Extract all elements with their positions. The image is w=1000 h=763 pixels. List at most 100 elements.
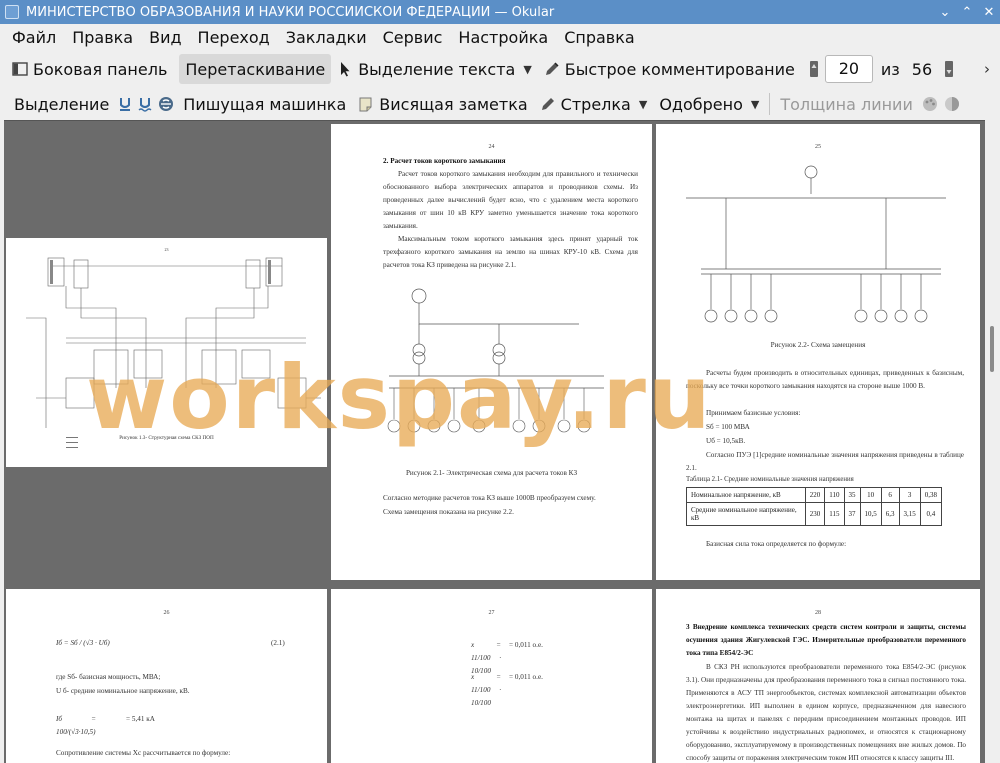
page-number: 28	[815, 610, 821, 616]
section-heading-text: 2. Расчет токов короткого замыкания	[383, 157, 506, 165]
scrollbar-thumb[interactable]	[990, 326, 994, 372]
menu-edit[interactable]: Правка	[64, 28, 141, 47]
chevron-down-icon: ▼	[523, 62, 532, 76]
previous-page-button[interactable]	[801, 54, 821, 84]
sidebar-icon	[12, 62, 28, 76]
page-number-input[interactable]: 20	[824, 55, 873, 83]
figure-caption: Рисунок 1.3- Структурная схема СКЗ ПОП	[119, 435, 214, 441]
paragraph: где Sб- базисная мощность, МВА;	[56, 673, 161, 681]
voltage-table: Номинальное напряжение, кВ 220 110 35 10…	[686, 487, 943, 526]
opacity-tool-button[interactable]	[941, 89, 963, 119]
line-width-button[interactable]: Толщина линии	[774, 89, 919, 119]
drag-mode-button[interactable]: Перетаскивание	[179, 54, 332, 84]
typewriter-tool-button[interactable]: Пишущая машинка	[177, 89, 352, 119]
toolbar-separator	[769, 93, 771, 115]
annotation-toolbar: Выделение Пишущая машинка Висящая заметк…	[0, 88, 1000, 120]
maximize-button[interactable]: ⌃	[956, 5, 978, 20]
highlight-tool-label: Выделение	[14, 94, 110, 114]
sidebar-toggle-label: Боковая панель	[33, 59, 168, 79]
quick-comment-button[interactable]: Быстрое комментирование	[538, 54, 801, 84]
page-total-label: 56	[911, 59, 933, 79]
table-cell: 6,3	[880, 502, 900, 526]
arrow-tool-button[interactable]: Стрелка ▼	[534, 89, 654, 119]
table-cell: 115	[824, 502, 845, 526]
underline-tool-button[interactable]	[115, 89, 135, 119]
stamp-tool-button[interactable]: Одобрено ▼	[653, 89, 765, 119]
page-down-icon	[945, 61, 954, 77]
page-23: 23 Рисунок 1.3- Структурная схема СКЗ ПО…	[6, 238, 327, 467]
figure-caption: Рисунок 2.2- Схема замещения	[770, 341, 866, 349]
paragraph: Максимальным током короткого замыкания з…	[383, 235, 638, 269]
text-select-label: Выделение текста	[358, 59, 516, 79]
paragraph: Согласно ПУЭ [1]средние номинальные знач…	[686, 451, 964, 472]
stamp-tool-label: Одобрено	[659, 94, 743, 114]
page-27: 27 x = 11/100 · 10/100 = 0,011 о.е. x = …	[331, 589, 652, 763]
palette-icon	[922, 97, 937, 111]
formula: Iб = 100/(√3·10,5)	[56, 715, 96, 736]
line-width-label: Толщина линии	[780, 94, 913, 114]
table-cell: 110	[824, 487, 845, 503]
paragraph: Сопротивление системы Xc рассчитывается …	[56, 749, 231, 757]
vertical-scrollbar[interactable]	[985, 120, 1000, 763]
section-heading: 3 Внедрение комплекса технических средст…	[686, 621, 966, 660]
table-cell: 220	[804, 487, 826, 503]
paragraph: В СКЗ РН используются преобразователи пе…	[686, 663, 966, 762]
sidebar-toggle-button[interactable]: Боковая панель	[6, 54, 173, 84]
squiggle-underline-icon	[138, 98, 152, 112]
paragraph: Расчеты будем производить в относительны…	[686, 369, 964, 390]
paragraph: Базисная сила тока определяется по форму…	[706, 540, 847, 548]
paragraph: Расчет токов короткого замыкания необход…	[383, 170, 638, 230]
formula: x = 11/100 · 10/100	[471, 673, 501, 707]
document-view[interactable]: 23 Рисунок 1.3- Структурная схема СКЗ ПО…	[4, 120, 985, 763]
base-power: Sб = 100 МВА	[706, 423, 750, 431]
table-cell: 3	[898, 487, 921, 503]
text-select-button[interactable]: Выделение текста ▼	[331, 54, 538, 84]
chevron-down-icon: ▼	[638, 97, 648, 111]
menu-bar: Файл Правка Вид Переход Закладки Сервис …	[0, 24, 1000, 50]
table-row: Номинальное напряжение, кВ 220 110 35 10…	[686, 487, 943, 503]
strikeout-tool-button[interactable]	[155, 89, 177, 119]
color-tool-button[interactable]	[919, 89, 941, 119]
table-cell: 0,4	[919, 502, 943, 526]
page-28: 28 3 Внедрение комплекса технических сре…	[656, 589, 980, 763]
table-cell: 37	[843, 502, 861, 526]
highlight-tool-button[interactable]: Выделение	[8, 89, 115, 119]
table-row-label: Средние номинальное напряжение, кВ	[686, 502, 806, 526]
page-number: 24	[488, 144, 495, 150]
strikeout-icon	[159, 97, 174, 111]
menu-help[interactable]: Справка	[556, 28, 643, 47]
menu-go[interactable]: Переход	[190, 28, 278, 47]
menu-bookmarks[interactable]: Закладки	[278, 28, 375, 47]
page-number: 27	[488, 610, 495, 616]
menu-view[interactable]: Вид	[141, 28, 189, 47]
menu-file[interactable]: Файл	[0, 28, 64, 47]
toolbar-overflow-icon[interactable]: ›	[984, 60, 990, 78]
close-button[interactable]: ✕	[978, 5, 1000, 20]
chevron-down-icon: ▼	[750, 97, 760, 111]
sticky-note-tool-button[interactable]: Висящая заметка	[352, 89, 533, 119]
title-bar: МИНИСТЕРСТВО ОБРАЗОВАНИЯ И НАУКИ РОССИЙС…	[0, 0, 1000, 24]
table-row: Средние номинальное напряжение, кВ 230 1…	[686, 502, 943, 526]
menu-settings[interactable]: Настройка	[450, 28, 556, 47]
formula-result: = 5,41 кА	[126, 715, 155, 723]
electrical-scheme	[387, 288, 604, 433]
table-cell: 3,15	[898, 502, 921, 526]
main-toolbar: Боковая панель Перетаскивание Выделение …	[0, 52, 1000, 86]
minimize-button[interactable]: ⌄	[934, 5, 956, 20]
next-page-button[interactable]	[932, 54, 956, 84]
page-number: 26	[163, 610, 170, 616]
sticky-note-tool-label: Висящая заметка	[379, 94, 528, 114]
figure-caption: Рисунок 2.1- Электрическая схема для рас…	[405, 469, 578, 477]
arrow-tool-label: Стрелка	[560, 94, 631, 114]
note-icon	[359, 97, 372, 112]
menu-tools[interactable]: Сервис	[375, 28, 451, 47]
equation-number: (2.1)	[271, 639, 285, 647]
table-cell: 10,5	[859, 502, 882, 526]
squiggly-tool-button[interactable]	[135, 89, 155, 119]
table-cell: 6	[880, 487, 900, 503]
page-25: 25 Рисунок 2.2- Схема замещения Расчеты …	[656, 124, 980, 580]
okular-app-icon	[5, 5, 19, 19]
formula: Iб = Sб / (√3 · Uб)	[56, 639, 110, 647]
table-row-label: Номинальное напряжение, кВ	[686, 487, 806, 503]
base-voltage: Uб = 10,5кВ.	[706, 437, 746, 445]
